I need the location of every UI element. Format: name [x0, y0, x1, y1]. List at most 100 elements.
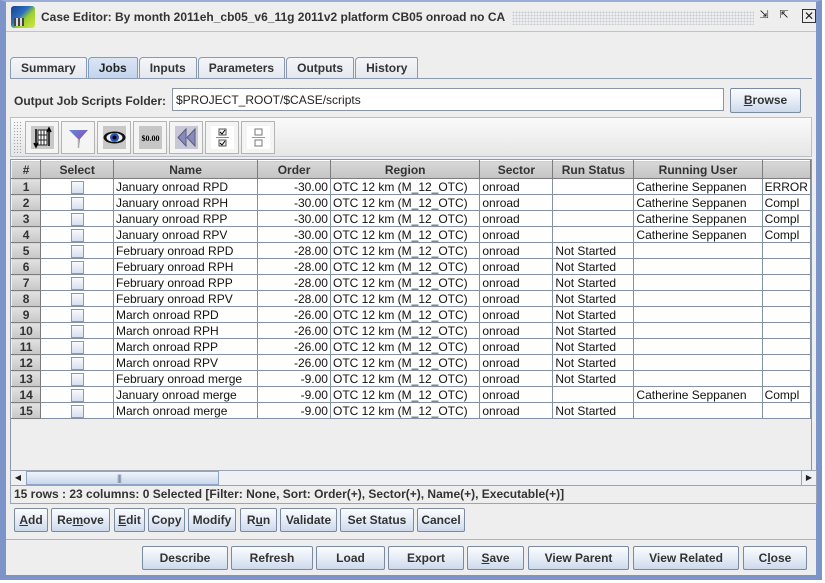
col-header-row-number[interactable]: # — [11, 160, 42, 179]
table-row[interactable]: 9 March onroad RPD -26.00 OTC 12 km (M_12_O… — [11, 306, 811, 323]
set-status-button[interactable]: Set Status — [340, 508, 414, 532]
select-checkbox[interactable] — [70, 196, 84, 210]
name-cell: February onroad RPD — [112, 242, 259, 259]
row-number[interactable]: 5 — [11, 242, 42, 259]
tab-outputs[interactable]: Outputs — [286, 57, 355, 78]
view-related-button[interactable]: View Related — [633, 546, 739, 570]
row-number[interactable]: 2 — [11, 194, 42, 211]
select-checkbox[interactable] — [70, 180, 84, 194]
remove-button[interactable]: Remove — [51, 508, 110, 532]
tab-inputs[interactable]: Inputs — [138, 57, 197, 78]
minimize-icon[interactable]: ⇲ — [756, 8, 772, 24]
sort-button[interactable] — [25, 121, 59, 154]
refresh-button[interactable]: Refresh — [231, 546, 313, 570]
col-header-region[interactable]: Region — [329, 160, 481, 179]
tab-history[interactable]: History — [355, 57, 419, 78]
table-row[interactable]: 8 February onroad RPV -28.00 OTC 12 km (M_1… — [11, 290, 811, 307]
select-checkbox[interactable] — [70, 292, 84, 306]
table-row[interactable]: 12 March onroad RPV -26.00 OTC 12 km (M_12_… — [11, 354, 811, 371]
region-cell: OTC 12 km (M_12_OTC) — [329, 338, 481, 355]
validate-button[interactable]: Validate — [280, 508, 337, 532]
select-all-button[interactable] — [205, 121, 239, 154]
row-number[interactable]: 13 — [11, 370, 42, 387]
tab-parameters[interactable]: Parameters — [197, 57, 286, 78]
scroll-left-icon[interactable]: ◀ — [11, 471, 25, 485]
row-number[interactable]: 14 — [11, 386, 42, 403]
name-cell: February onroad RPP — [112, 274, 259, 291]
region-cell: OTC 12 km (M_12_OTC) — [329, 322, 481, 339]
reset-button[interactable] — [169, 121, 203, 154]
select-checkbox[interactable] — [70, 308, 84, 322]
col-header-order[interactable]: Order — [257, 160, 331, 179]
show-hide-columns-button[interactable] — [97, 121, 131, 154]
tab-jobs[interactable]: Jobs — [87, 57, 138, 78]
table-row[interactable]: 13 February onroad merge -9.00 OTC 12 km (M… — [11, 370, 811, 387]
table-row[interactable]: 3 January onroad RPP -30.00 OTC 12 km (M_12… — [11, 210, 811, 227]
select-checkbox[interactable] — [70, 372, 84, 386]
row-number[interactable]: 7 — [11, 274, 42, 291]
row-number[interactable]: 8 — [11, 290, 42, 307]
select-checkbox[interactable] — [70, 244, 84, 258]
row-number[interactable]: 15 — [11, 402, 42, 419]
filter-button[interactable] — [61, 121, 95, 154]
view-parent-button[interactable]: View Parent — [528, 546, 629, 570]
describe-button[interactable]: Describe — [142, 546, 228, 570]
row-number[interactable]: 9 — [11, 306, 42, 323]
table-row[interactable]: 15 March onroad merge -9.00 OTC 12 km (M_12… — [11, 402, 811, 419]
row-number[interactable]: 4 — [11, 226, 42, 243]
select-checkbox[interactable] — [70, 324, 84, 338]
select-checkbox[interactable] — [70, 276, 84, 290]
format-button[interactable]: $0.00 — [133, 121, 167, 154]
cancel-button[interactable]: Cancel — [417, 508, 465, 532]
col-header-sector[interactable]: Sector — [479, 160, 554, 179]
browse-button[interactable]: Browse — [730, 88, 801, 113]
close-icon[interactable]: ✕ — [802, 9, 816, 23]
table-row[interactable]: 4 January onroad RPV -30.00 OTC 12 km (M_12… — [11, 226, 811, 243]
table-row[interactable]: 5 February onroad RPD -28.00 OTC 12 km (M_1… — [11, 242, 811, 259]
select-checkbox[interactable] — [70, 212, 84, 226]
modify-button[interactable]: Modify — [188, 508, 236, 532]
toolbar-grip[interactable] — [13, 121, 23, 153]
output-folder-input[interactable] — [172, 88, 724, 111]
table-row[interactable]: 2 January onroad RPH -30.00 OTC 12 km (M_12… — [11, 194, 811, 211]
col-header-running-user[interactable]: Running User — [633, 160, 763, 179]
clear-selection-button[interactable] — [241, 121, 275, 154]
select-checkbox[interactable] — [70, 356, 84, 370]
save-button[interactable]: Save — [467, 546, 524, 570]
col-header-name[interactable]: Name — [112, 160, 259, 179]
scroll-right-icon[interactable]: ▶ — [801, 471, 816, 485]
col-header-select[interactable]: Select — [40, 160, 114, 179]
row-number[interactable]: 11 — [11, 338, 42, 355]
table-row[interactable]: 11 March onroad RPP -26.00 OTC 12 km (M_12_… — [11, 338, 811, 355]
row-number[interactable]: 1 — [11, 178, 42, 195]
svg-text:$0.00: $0.00 — [142, 134, 160, 143]
add-button[interactable]: Add — [14, 508, 48, 532]
select-checkbox[interactable] — [70, 388, 84, 402]
export-button[interactable]: Export — [388, 546, 464, 570]
maximize-icon[interactable]: ⇱ — [776, 8, 792, 24]
run-button[interactable]: Run — [240, 508, 277, 532]
table-row[interactable]: 10 March onroad RPH -26.00 OTC 12 km (M_12_… — [11, 322, 811, 339]
table-row[interactable]: 14 January onroad merge -9.00 OTC 12 km (M_… — [11, 386, 811, 403]
select-checkbox[interactable] — [70, 260, 84, 274]
table-row[interactable]: 1 January onroad RPD -30.00 OTC 12 km (M_12… — [11, 178, 811, 195]
select-checkbox[interactable] — [70, 340, 84, 354]
horizontal-scrollbar[interactable]: ◀ ▶ — [10, 470, 817, 486]
copy-button[interactable]: Copy — [148, 508, 185, 532]
col-header-extra[interactable] — [761, 160, 811, 179]
load-button[interactable]: Load — [316, 546, 385, 570]
table-row[interactable]: 6 February onroad RPH -28.00 OTC 12 km (M_1… — [11, 258, 811, 275]
scrollbar-thumb[interactable] — [26, 471, 219, 485]
close-button[interactable]: Close — [743, 546, 807, 570]
title-bar[interactable]: Case Editor: By month 2011eh_cb05_v6_11g… — [6, 2, 816, 32]
tab-summary[interactable]: Summary — [10, 57, 87, 78]
select-checkbox[interactable] — [70, 404, 84, 418]
row-number[interactable]: 6 — [11, 258, 42, 275]
row-number[interactable]: 12 — [11, 354, 42, 371]
row-number[interactable]: 10 — [11, 322, 42, 339]
table-row[interactable]: 7 February onroad RPP -28.00 OTC 12 km (M_1… — [11, 274, 811, 291]
edit-button[interactable]: Edit — [114, 508, 145, 532]
row-number[interactable]: 3 — [11, 210, 42, 227]
col-header-run-status[interactable]: Run Status — [552, 160, 635, 179]
select-checkbox[interactable] — [70, 228, 84, 242]
